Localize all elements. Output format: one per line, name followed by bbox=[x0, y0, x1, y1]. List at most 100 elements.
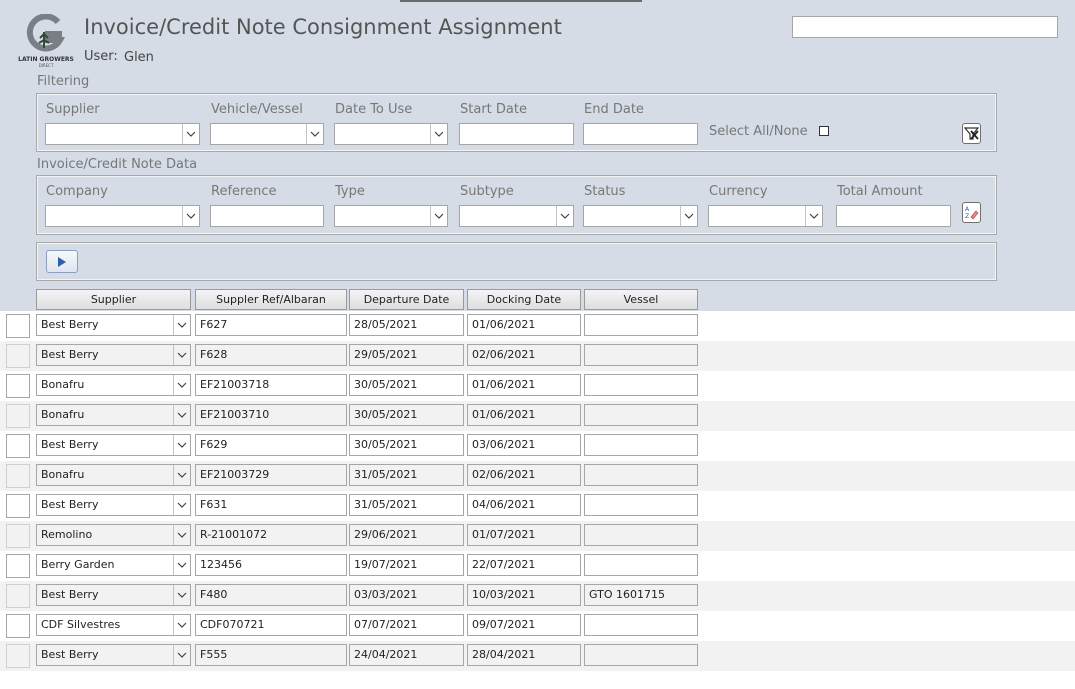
vehicle-filter-combo[interactable] bbox=[210, 123, 324, 145]
row-vessel[interactable] bbox=[584, 524, 698, 546]
row-docking[interactable]: 28/04/2021 bbox=[467, 644, 581, 666]
row-ref[interactable]: F480 bbox=[195, 584, 347, 606]
row-vessel[interactable] bbox=[584, 614, 698, 636]
row-departure[interactable]: 29/05/2021 bbox=[349, 344, 464, 366]
row-selector[interactable] bbox=[6, 584, 30, 608]
company-combo[interactable] bbox=[45, 205, 200, 227]
row-departure[interactable]: 29/06/2021 bbox=[349, 524, 464, 546]
chevron-down-icon[interactable] bbox=[173, 585, 190, 605]
row-vessel[interactable] bbox=[584, 314, 698, 336]
row-departure[interactable]: 30/05/2021 bbox=[349, 374, 464, 396]
chevron-down-icon[interactable] bbox=[173, 555, 190, 575]
type-combo[interactable] bbox=[334, 205, 448, 227]
row-supplier[interactable]: Bonafru bbox=[36, 464, 191, 486]
search-input[interactable] bbox=[792, 16, 1058, 38]
row-supplier[interactable]: Best Berry bbox=[36, 314, 191, 336]
chevron-down-icon[interactable] bbox=[556, 206, 573, 226]
row-ref[interactable]: R-21001072 bbox=[195, 524, 347, 546]
chevron-down-icon[interactable] bbox=[430, 124, 447, 144]
row-departure[interactable]: 19/07/2021 bbox=[349, 554, 464, 576]
chevron-down-icon[interactable] bbox=[173, 525, 190, 545]
row-ref[interactable]: EF21003718 bbox=[195, 374, 347, 396]
row-ref[interactable]: EF21003710 bbox=[195, 404, 347, 426]
chevron-down-icon[interactable] bbox=[173, 645, 190, 665]
chevron-down-icon[interactable] bbox=[430, 206, 447, 226]
row-vessel[interactable] bbox=[584, 374, 698, 396]
row-docking[interactable]: 01/06/2021 bbox=[467, 404, 581, 426]
start-date-field[interactable] bbox=[459, 123, 574, 145]
row-departure[interactable]: 31/05/2021 bbox=[349, 464, 464, 486]
row-departure[interactable]: 24/04/2021 bbox=[349, 644, 464, 666]
end-date-field[interactable] bbox=[583, 123, 698, 145]
row-departure[interactable]: 31/05/2021 bbox=[349, 494, 464, 516]
chevron-down-icon[interactable] bbox=[173, 375, 190, 395]
supplier-filter-combo[interactable] bbox=[45, 123, 200, 145]
row-vessel[interactable] bbox=[584, 464, 698, 486]
total-amount-field[interactable] bbox=[836, 205, 951, 227]
row-docking[interactable]: 01/06/2021 bbox=[467, 314, 581, 336]
chevron-down-icon[interactable] bbox=[306, 124, 323, 144]
row-docking[interactable]: 02/06/2021 bbox=[467, 344, 581, 366]
row-supplier[interactable]: Best Berry bbox=[36, 494, 191, 516]
row-ref[interactable]: 123456 bbox=[195, 554, 347, 576]
chevron-down-icon[interactable] bbox=[173, 495, 190, 515]
row-selector[interactable] bbox=[6, 434, 30, 458]
subtype-combo[interactable] bbox=[459, 205, 574, 227]
row-vessel[interactable] bbox=[584, 344, 698, 366]
chevron-down-icon[interactable] bbox=[173, 345, 190, 365]
row-supplier[interactable]: Best Berry bbox=[36, 344, 191, 366]
chevron-down-icon[interactable] bbox=[173, 435, 190, 455]
row-supplier[interactable]: Bonafru bbox=[36, 404, 191, 426]
currency-combo[interactable] bbox=[708, 205, 823, 227]
column-header-departure[interactable]: Departure Date bbox=[349, 289, 464, 310]
row-ref[interactable]: CDF070721 bbox=[195, 614, 347, 636]
select-all-checkbox[interactable] bbox=[819, 126, 829, 136]
row-supplier[interactable]: Best Berry bbox=[36, 584, 191, 606]
column-header-vessel[interactable]: Vessel bbox=[584, 289, 698, 310]
row-vessel[interactable] bbox=[584, 644, 698, 666]
chevron-down-icon[interactable] bbox=[173, 315, 190, 335]
status-combo[interactable] bbox=[583, 205, 698, 227]
row-docking[interactable]: 22/07/2021 bbox=[467, 554, 581, 576]
row-selector[interactable] bbox=[6, 344, 30, 368]
row-supplier[interactable]: Best Berry bbox=[36, 434, 191, 456]
row-vessel[interactable]: GTO 1601715 bbox=[584, 584, 698, 606]
column-header-docking[interactable]: Docking Date bbox=[467, 289, 581, 310]
row-docking[interactable]: 04/06/2021 bbox=[467, 494, 581, 516]
run-button[interactable] bbox=[46, 250, 78, 273]
row-docking[interactable]: 09/07/2021 bbox=[467, 614, 581, 636]
row-docking[interactable]: 01/07/2021 bbox=[467, 524, 581, 546]
row-ref[interactable]: F555 bbox=[195, 644, 347, 666]
row-ref[interactable]: EF21003729 bbox=[195, 464, 347, 486]
row-selector[interactable] bbox=[6, 554, 30, 578]
row-supplier[interactable]: Remolino bbox=[36, 524, 191, 546]
chevron-down-icon[interactable] bbox=[173, 405, 190, 425]
row-supplier[interactable]: Best Berry bbox=[36, 644, 191, 666]
row-supplier[interactable]: Bonafru bbox=[36, 374, 191, 396]
reference-field[interactable] bbox=[210, 205, 324, 227]
row-docking[interactable]: 03/06/2021 bbox=[467, 434, 581, 456]
row-departure[interactable]: 28/05/2021 bbox=[349, 314, 464, 336]
row-vessel[interactable] bbox=[584, 434, 698, 456]
row-vessel[interactable] bbox=[584, 494, 698, 516]
chevron-down-icon[interactable] bbox=[805, 206, 822, 226]
row-vessel[interactable] bbox=[584, 404, 698, 426]
row-docking[interactable]: 10/03/2021 bbox=[467, 584, 581, 606]
column-header-ref[interactable]: Suppler Ref/Albaran bbox=[195, 289, 347, 310]
row-supplier[interactable]: Berry Garden bbox=[36, 554, 191, 576]
chevron-down-icon[interactable] bbox=[182, 124, 199, 144]
row-selector[interactable] bbox=[6, 374, 30, 398]
row-selector[interactable] bbox=[6, 404, 30, 428]
column-header-supplier[interactable]: Supplier bbox=[36, 289, 191, 310]
row-ref[interactable]: F628 bbox=[195, 344, 347, 366]
row-departure[interactable]: 03/03/2021 bbox=[349, 584, 464, 606]
row-ref[interactable]: F627 bbox=[195, 314, 347, 336]
clear-sort-button[interactable]: A Z bbox=[962, 202, 981, 223]
row-departure[interactable]: 07/07/2021 bbox=[349, 614, 464, 636]
row-selector[interactable] bbox=[6, 314, 30, 338]
row-selector[interactable] bbox=[6, 614, 30, 638]
row-departure[interactable]: 30/05/2021 bbox=[349, 404, 464, 426]
chevron-down-icon[interactable] bbox=[173, 465, 190, 485]
row-departure[interactable]: 30/05/2021 bbox=[349, 434, 464, 456]
chevron-down-icon[interactable] bbox=[182, 206, 199, 226]
